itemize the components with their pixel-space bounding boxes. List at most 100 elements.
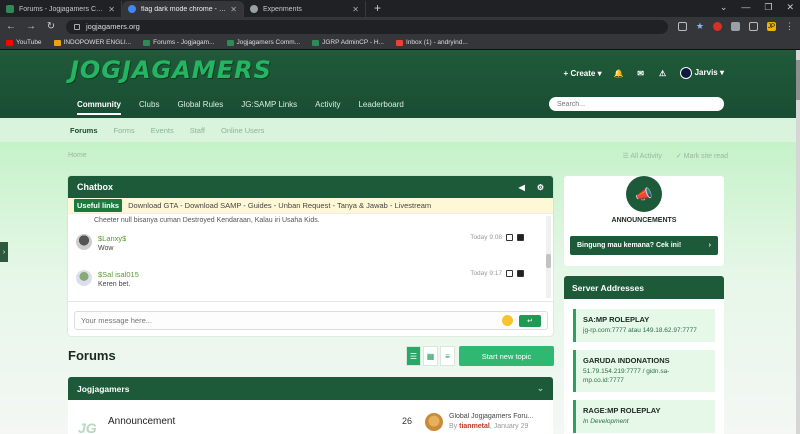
page-scrollbar[interactable] [796,50,800,434]
extension-icons: ★ JP ⋮ [677,21,794,32]
search-input[interactable] [557,100,716,108]
new-tab-button[interactable]: + [366,1,389,17]
create-button[interactable]: + Create ▾ [564,69,602,78]
server-card: GARUDA INDONATIONS 51.79.154.219:7777 / … [573,350,715,392]
star-icon[interactable]: ★ [696,21,704,32]
megaphone-icon: 📣 [626,176,662,212]
delete-icon[interactable] [517,234,524,241]
speaker-icon[interactable]: ◀ [519,183,525,192]
nav-activity[interactable]: Activity [306,98,349,117]
server-address[interactable]: 51.79.154.219:7777 / gidn.sa-mp.co.id:77… [583,368,708,386]
bookmark-admincp[interactable]: JGRP AdminCP - H... [312,39,384,46]
compact-view-icon[interactable]: ≡ [440,346,455,366]
delete-icon[interactable] [517,270,524,277]
last-post-title[interactable]: Global Jogjagamers Foru... [449,413,549,420]
send-button[interactable]: ↵ [519,314,541,327]
bell-icon[interactable]: 🔔 [614,68,624,78]
subnav-staff[interactable]: Staff [182,126,213,135]
site-logo[interactable]: JOGJAGAMERS [70,56,271,90]
extension-red-icon[interactable] [713,22,722,31]
back-arrow-icon[interactable]: ← [6,21,16,32]
gear-icon[interactable]: ⚙ [537,183,544,192]
category-header[interactable]: Jogjagamers ⌄ [68,377,553,400]
useful-links-text[interactable]: Download GTA - Download SAMP - Guides - … [128,201,431,210]
side-drawer-toggle[interactable]: › [0,242,8,262]
side-panel-icon[interactable] [749,22,758,31]
address-bar[interactable]: jogjagamers.org [66,19,668,34]
bookmark-indopower[interactable]: INDOPOWER ENGLI... [53,39,131,46]
server-name: SA:MP ROLEPLAY [583,315,650,324]
sub-nav: Forums Forms Events Staff Online Users [0,118,796,142]
forum-last-post: Global Jogjagamers Foru... By tianmetal,… [449,413,549,430]
chat-messages: Cheeter null bisanya cuman Destroyed Ken… [68,214,553,302]
google-favicon-icon [128,5,136,13]
emoji-icon[interactable] [502,315,513,326]
warning-icon[interactable]: ⚠ [658,68,668,78]
server-address[interactable]: jg-rp.com:7777 atau 149.18.62.97:7777 [583,327,708,336]
chevron-down-icon[interactable]: ⌄ [537,383,544,394]
puzzle-icon[interactable] [731,22,740,31]
forum-title[interactable]: Announcement [108,416,175,427]
last-post-author[interactable]: tianmetal [459,423,490,430]
breadcrumb[interactable]: Home [68,152,87,159]
useful-links-label: Useful links [74,199,123,212]
close-window-icon[interactable]: ✕ [786,2,794,13]
nav-leaderboard[interactable]: Leaderboard [349,98,412,117]
grid-view-icon[interactable]: ▦ [423,346,438,366]
bookmark-youtube[interactable]: YouTube [6,39,42,46]
avatar[interactable] [76,234,92,250]
chat-input-box: ↵ [74,311,548,330]
browser-tab-google[interactable]: flag dark mode chrome - Google ✕ [122,1,244,17]
list-view-icon[interactable]: ☰ [406,346,421,366]
jgrp-icon [312,39,320,46]
subnav-events[interactable]: Events [143,126,182,135]
edit-icon[interactable] [506,270,513,277]
menu-dots-icon[interactable]: ⋮ [785,21,794,32]
last-post-meta: By tianmetal, January 29 [449,423,529,430]
start-new-topic-button[interactable]: Start new topic [459,346,554,366]
forums-heading: Forums [68,348,116,363]
nav-jgsamp-links[interactable]: JG:SAMP Links [232,98,306,117]
subnav-online-users[interactable]: Online Users [213,126,272,135]
close-tab-icon[interactable]: ✕ [352,5,359,14]
minimize-icon[interactable]: — [741,2,750,13]
bookmark-community[interactable]: Jogjagamers Comm... [226,39,300,46]
announcement-link-button[interactable]: Bingung mau kemana? Cek ini! › [570,236,718,255]
all-activity-link[interactable]: ☰ All Activity [622,152,661,160]
bookmark-forums[interactable]: Forums - Jogjagam... [143,39,215,46]
avatar[interactable] [76,270,92,286]
mark-read-link[interactable]: ✓ Mark site read [676,152,728,160]
server-addresses-widget: Server Addresses SA:MP ROLEPLAY jg-rp.co… [564,276,724,434]
forum-icon: JG [78,420,97,434]
server-addresses-title: Server Addresses [564,276,724,299]
tab-search-icon[interactable]: ⌄ [720,2,728,13]
experiments-favicon-icon [250,5,258,13]
share-icon[interactable] [677,22,687,31]
chat-scroll-thumb[interactable] [546,254,551,268]
close-tab-icon[interactable]: ✕ [108,5,115,14]
server-card: SA:MP ROLEPLAY jg-rp.com:7777 atau 149.1… [573,309,715,342]
browser-tab-experiments[interactable]: Experiments ✕ [244,1,366,17]
browser-tab-forums[interactable]: Forums - Jogjagamers Community ✕ [0,1,122,17]
user-menu[interactable]: Jarvis ▾ [679,67,724,79]
nav-global-rules[interactable]: Global Rules [168,98,232,117]
chat-message-input[interactable] [81,316,502,325]
bookmark-inbox[interactable]: Inbox (1) - andryind... [395,39,468,46]
reload-icon[interactable]: ↻ [46,21,56,32]
envelope-icon[interactable]: ✉ [636,68,646,78]
close-tab-icon[interactable]: ✕ [230,5,237,14]
avatar[interactable] [425,413,443,431]
forum-row[interactable]: JG Announcement 26 Global Jogjagamers Fo… [68,400,553,434]
chat-scrollbar[interactable] [546,216,551,298]
nav-community[interactable]: Community [68,98,130,117]
profile-avatar[interactable]: JP [767,22,776,31]
edit-icon[interactable] [506,234,513,241]
maximize-icon[interactable]: ❐ [764,2,772,13]
server-name: GARUDA INDONATIONS [583,356,670,365]
nav-clubs[interactable]: Clubs [130,98,168,117]
forward-arrow-icon[interactable]: → [26,21,36,32]
subnav-forums[interactable]: Forums [62,126,106,135]
subnav-forms[interactable]: Forms [106,126,143,135]
chatbox-title: Chatbox [77,182,113,192]
page-scroll-thumb[interactable] [796,60,800,100]
